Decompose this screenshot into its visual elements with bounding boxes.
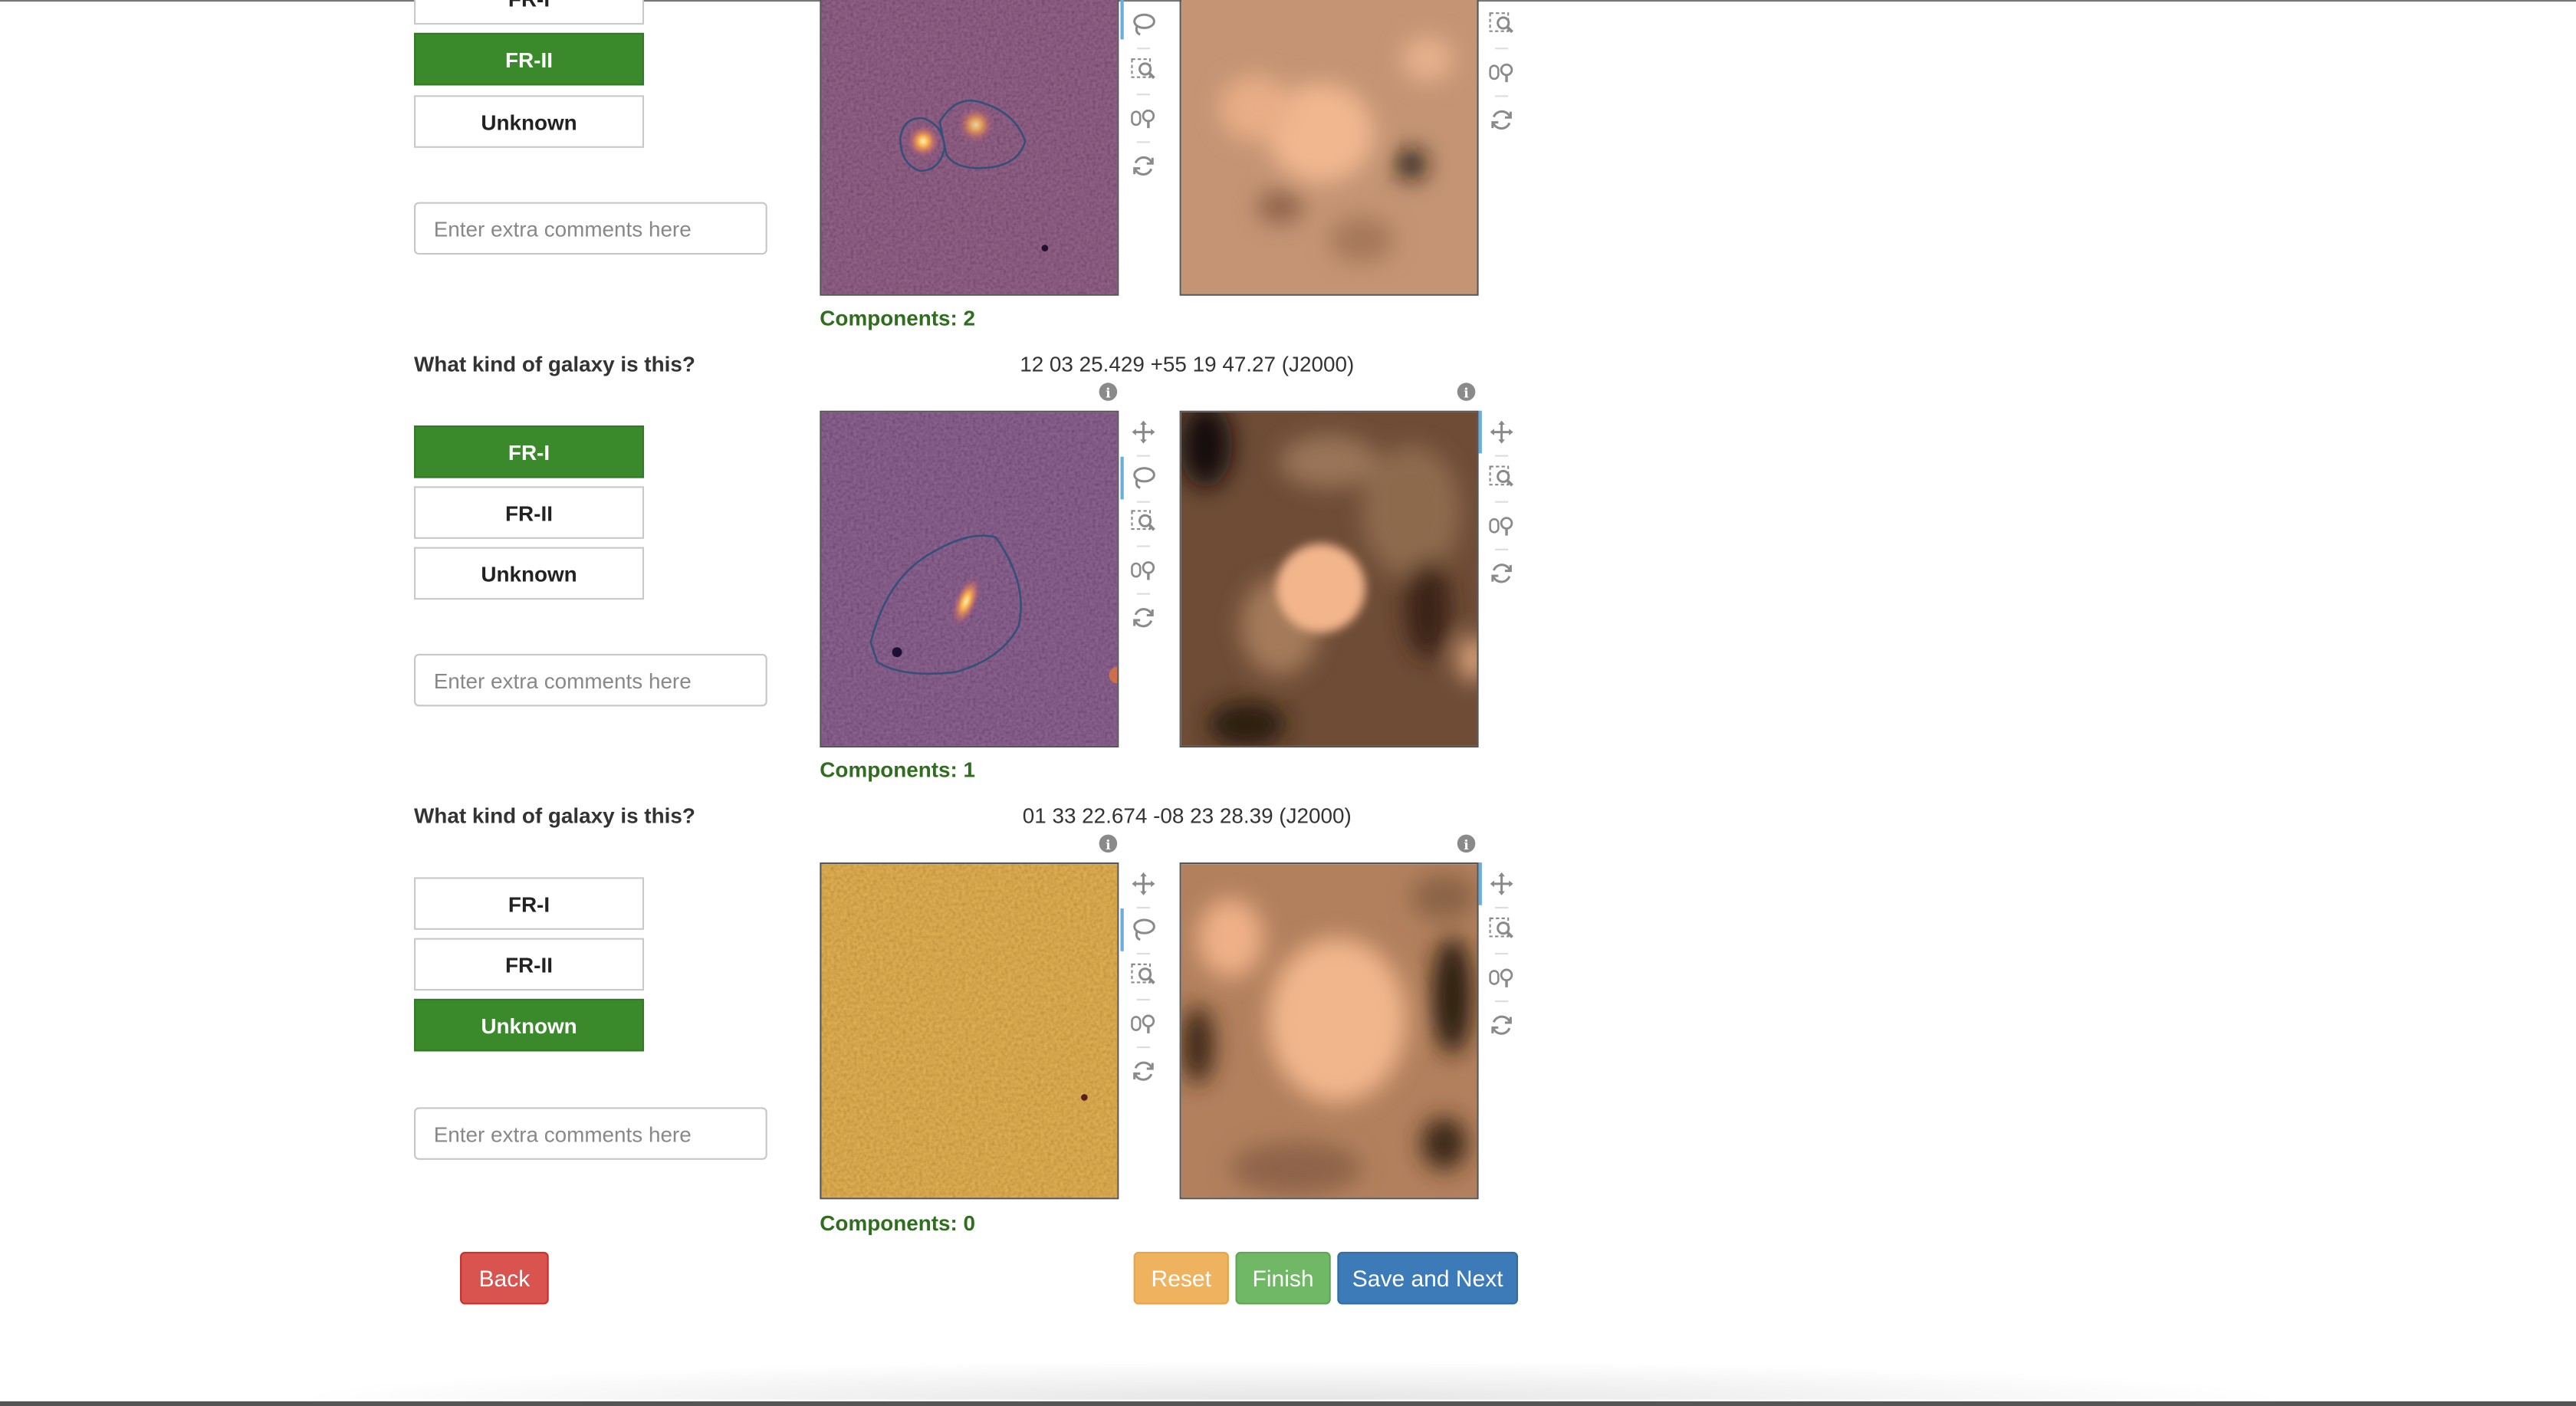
wheel-zoom-icon[interactable] (1130, 105, 1156, 131)
toolbar-separator (1495, 455, 1509, 457)
toolbar-separator (1136, 998, 1151, 1001)
move-icon[interactable] (1488, 871, 1514, 897)
finish-button[interactable]: Finish (1235, 1251, 1331, 1305)
active-tool-indicator (1478, 410, 1482, 454)
back-button[interactable]: Back (460, 1251, 549, 1305)
box-zoom-icon[interactable] (1130, 509, 1156, 535)
toolbar-separator (1495, 1000, 1509, 1003)
unknown-button-1[interactable]: Unknown (414, 95, 645, 148)
reset-button[interactable]: Reset (1133, 1251, 1229, 1305)
box-zoom-icon[interactable] (1488, 11, 1514, 38)
wheel-zoom-icon[interactable] (1488, 513, 1514, 539)
fr2-button-1[interactable]: FR-II (414, 32, 645, 86)
coordinates-2: 12 03 25.429 +55 19 47.27 (J2000) (1020, 351, 1355, 376)
unknown-button-3[interactable]: Unknown (414, 998, 645, 1052)
fr1-button-2[interactable]: FR-I (414, 425, 645, 478)
toolbar-separator (1136, 94, 1151, 96)
toolbar-separator (1495, 48, 1509, 50)
toolbar-separator (1495, 952, 1509, 955)
box-zoom-icon[interactable] (1130, 963, 1156, 989)
lasso-icon[interactable] (1130, 465, 1156, 491)
comment-input-3[interactable] (414, 1107, 767, 1160)
comment-input-1[interactable] (414, 202, 767, 255)
unknown-button-2[interactable]: Unknown (414, 547, 645, 600)
toolbar-separator (1495, 501, 1509, 503)
question-label-3: What kind of galaxy is this? (414, 803, 695, 829)
info-icon[interactable]: i (1457, 383, 1476, 401)
toolbar-separator (1136, 141, 1151, 143)
reset-icon[interactable] (1488, 1012, 1514, 1038)
fr2-button-2[interactable]: FR-II (414, 486, 645, 539)
optical-image-2[interactable] (1179, 410, 1479, 748)
comment-input-2[interactable] (414, 653, 767, 707)
reset-icon[interactable] (1488, 107, 1514, 133)
box-zoom-icon[interactable] (1488, 465, 1514, 491)
lasso-icon[interactable] (1130, 11, 1156, 38)
active-tool-indicator (1120, 0, 1124, 40)
toolbar-separator (1136, 952, 1151, 955)
toolbar-separator (1136, 48, 1151, 50)
info-icon[interactable]: i (1099, 834, 1118, 853)
box-zoom-icon[interactable] (1130, 57, 1156, 84)
toolbar-separator (1495, 906, 1509, 909)
box-zoom-icon[interactable] (1488, 917, 1514, 943)
components-count-2: Components: 1 (820, 757, 976, 783)
toolbar-separator (1136, 1046, 1151, 1049)
wheel-zoom-icon[interactable] (1130, 557, 1156, 583)
wheel-zoom-icon[interactable] (1488, 964, 1514, 990)
wheel-zoom-icon[interactable] (1488, 59, 1514, 85)
optical-image-3[interactable] (1179, 862, 1479, 1200)
radio-image-2[interactable] (820, 410, 1119, 748)
toolbar-separator (1136, 906, 1151, 909)
components-count-3: Components: 0 (820, 1211, 976, 1236)
toolbar-separator (1136, 545, 1151, 547)
optical-image-1[interactable] (1179, 0, 1479, 296)
toolbar-separator (1136, 455, 1151, 457)
bottom-border (0, 1401, 2576, 1406)
reset-icon[interactable] (1488, 560, 1514, 586)
info-icon[interactable]: i (1099, 383, 1118, 401)
move-icon[interactable] (1130, 419, 1156, 445)
radio-image-1[interactable] (820, 0, 1119, 296)
question-label-2: What kind of galaxy is this? (414, 351, 695, 376)
reset-icon[interactable] (1130, 605, 1156, 631)
active-tool-indicator (1120, 908, 1124, 951)
classification-page: FR-I FR-II Unknown Componen (0, 0, 2576, 1406)
active-tool-indicator (1478, 862, 1482, 905)
components-count-1: Components: 2 (820, 305, 976, 330)
coordinates-3: 01 33 22.674 -08 23 28.39 (J2000) (1022, 803, 1352, 829)
fr1-button-3[interactable]: FR-I (414, 877, 645, 930)
toolbar-separator (1136, 593, 1151, 595)
toolbar-separator (1495, 95, 1509, 97)
fr1-button-1[interactable]: FR-I (414, 0, 645, 25)
toolbar-separator (1136, 501, 1151, 503)
radio-image-3[interactable] (820, 862, 1119, 1200)
reset-icon[interactable] (1130, 1058, 1156, 1084)
info-icon[interactable]: i (1457, 834, 1476, 853)
lasso-icon[interactable] (1130, 917, 1156, 943)
reset-icon[interactable] (1130, 153, 1156, 179)
move-icon[interactable] (1130, 871, 1156, 897)
move-icon[interactable] (1488, 419, 1514, 445)
fr2-button-3[interactable]: FR-II (414, 938, 645, 991)
wheel-zoom-icon[interactable] (1130, 1010, 1156, 1036)
save-and-next-button[interactable]: Save and Next (1337, 1251, 1519, 1305)
page-shadow (279, 1360, 2301, 1400)
toolbar-separator (1495, 548, 1509, 550)
active-tool-indicator (1120, 456, 1124, 500)
